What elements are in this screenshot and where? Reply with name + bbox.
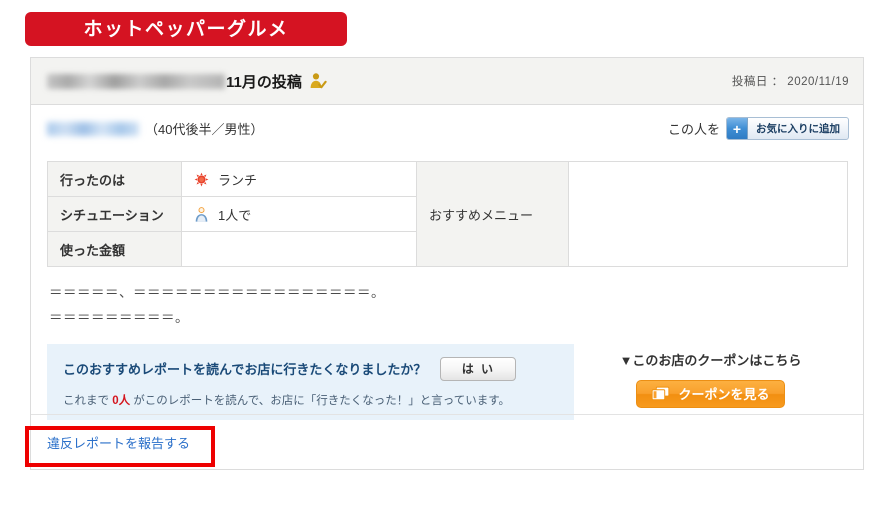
feedback-yes-button[interactable]: は い (440, 356, 517, 381)
brand-banner-label: ホットペッパーグルメ (83, 18, 289, 40)
review-title-label: 11月の投稿 (226, 73, 302, 91)
report-row: 違反レポートを報告する (31, 414, 863, 470)
feedback-count: 0人 (112, 394, 131, 407)
coupon-heading: ▼このお店のクーポンはこちら (619, 352, 802, 368)
review-body-line-1: ＝＝＝＝＝、＝＝＝＝＝＝＝＝＝＝＝＝＝＝＝＝＝。 (49, 285, 385, 301)
detail-value-situation: 1人で (181, 196, 417, 232)
detail-value-visit-type: ランチ (181, 161, 417, 197)
review-body-line-2: ＝＝＝＝＝＝＝＝＝。 (49, 309, 189, 326)
feedback-note-suffix: がこのレポートを読んで、お店に「行きたくなった！」と言っています。 (130, 394, 511, 407)
recommended-menu-label: おすすめメニュー (416, 161, 569, 267)
sun-icon (194, 172, 209, 187)
review-card-header: 11月の投稿 投稿日 ： 2020/11/19 (31, 58, 863, 105)
review-title: 11月の投稿 (47, 71, 732, 92)
verified-user-icon (309, 72, 327, 90)
view-coupon-button[interactable]: クーポンを見る (636, 379, 785, 408)
review-body: ＝＝＝＝＝、＝＝＝＝＝＝＝＝＝＝＝＝＝＝＝＝＝。 ＝＝＝＝＝＝＝＝＝。 (49, 281, 863, 331)
favorite-area: この人を + お気に入りに追加 (668, 117, 849, 140)
feedback-question-row: このおすすめレポートを読んでお店に行きたくなりましたか？ は い (63, 356, 558, 381)
feedback-yes-label: は い (461, 362, 496, 377)
detail-value-situation-label: 1人で (218, 207, 252, 223)
review-footer-area: このおすすめレポートを読んでお店に行きたくなりましたか？ は い これまで 0人… (31, 343, 863, 420)
detail-label-amount-spent: 使った金額 (47, 231, 182, 267)
reviewer-identity: （40代後半／男性） (47, 119, 668, 138)
reviewer-demographics: （40代後半／男性） (145, 122, 264, 137)
redacted-reviewer-name (47, 121, 139, 136)
feedback-note-prefix: これまで (63, 394, 113, 407)
redacted-store-name (47, 73, 225, 89)
ticket-icon (651, 386, 670, 401)
view-coupon-label: クーポンを見る (678, 387, 770, 403)
feedback-note: これまで 0人 がこのレポートを読んで、お店に「行きたくなった！」と言っています… (63, 392, 558, 408)
add-to-favorites-button[interactable]: + お気に入りに追加 (726, 117, 849, 140)
feedback-question: このおすすめレポートを読んでお店に行きたくなりましたか？ (63, 362, 427, 378)
detail-label-visit-type: 行ったのは (47, 161, 182, 197)
visit-details-table: 行ったのは ランチ おすすめメニュー シチュエーション 1人で 使った金額 (47, 161, 848, 267)
plus-icon: + (727, 118, 748, 139)
person-icon (194, 206, 209, 222)
favorite-prefix-label: この人を (667, 122, 720, 137)
recommended-menu-value (568, 161, 848, 267)
review-card: 11月の投稿 投稿日 ： 2020/11/19 （40代後半／男性） この人を … (30, 57, 864, 470)
table-row: 行ったのは ランチ おすすめメニュー (47, 161, 848, 267)
report-violation-link[interactable]: 違反レポートを報告する (47, 433, 190, 452)
reviewer-row: （40代後半／男性） この人を + お気に入りに追加 (31, 105, 863, 152)
post-date: 投稿日 ： 2020/11/19 (731, 76, 849, 88)
coupon-section: ▼このお店のクーポンはこちら クーポンを見る (574, 344, 847, 408)
feedback-box: このおすすめレポートを読んでお店に行きたくなりましたか？ は い これまで 0人… (47, 343, 574, 420)
add-to-favorites-label: お気に入りに追加 (756, 123, 840, 135)
detail-value-amount-spent (181, 231, 417, 267)
detail-label-situation: シチュエーション (47, 196, 182, 232)
brand-banner: ホットペッパーグルメ (25, 12, 347, 46)
detail-value-visit-type-label: ランチ (218, 172, 258, 188)
